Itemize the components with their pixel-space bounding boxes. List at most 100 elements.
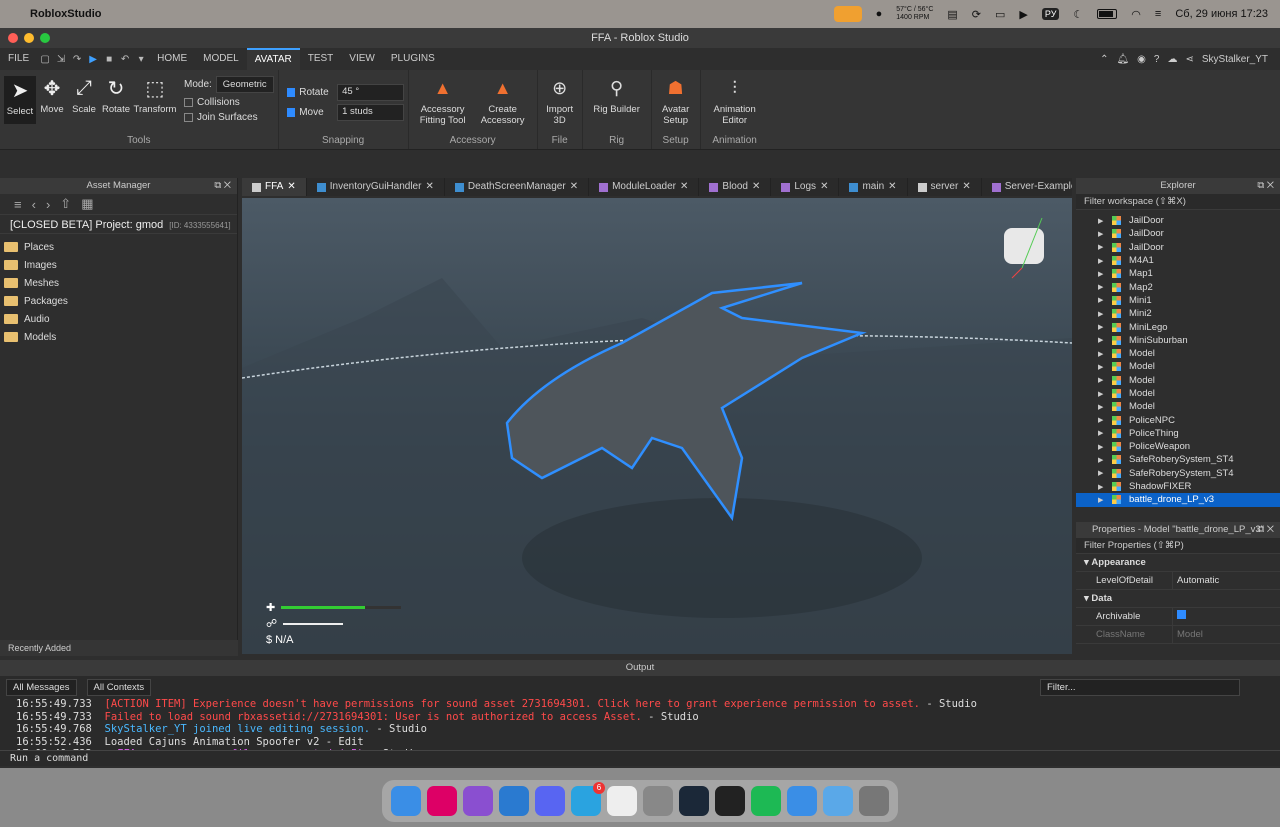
expand-icon[interactable]: ▶ <box>1098 230 1112 238</box>
explorer-item[interactable]: ▶ MiniSuburban <box>1076 334 1280 347</box>
mac-app-name[interactable]: RobloxStudio <box>30 8 102 20</box>
paint-icon[interactable] <box>463 786 493 816</box>
expand-icon[interactable]: ▶ <box>1098 217 1112 225</box>
expand-icon[interactable]: ▶ <box>1098 416 1112 424</box>
folder-meshes[interactable]: Meshes <box>0 274 237 292</box>
expand-icon[interactable]: ▶ <box>1098 376 1112 384</box>
menu-view[interactable]: VIEW <box>341 48 383 70</box>
scale-tool[interactable]: ⤢ Scale <box>68 76 100 116</box>
select-tool[interactable]: ➤ Select <box>4 76 36 124</box>
expand-icon[interactable]: ▶ <box>1098 363 1112 371</box>
screen-icon[interactable]: ▭ <box>995 8 1005 21</box>
tab-inventoryguihandler[interactable]: InventoryGuiHandler ✕ <box>307 178 445 196</box>
create-accessory-button[interactable]: ▲ Create Accessory <box>473 76 533 127</box>
launchpad-icon[interactable] <box>427 786 457 816</box>
expand-icon[interactable]: ▶ <box>1098 310 1112 318</box>
username[interactable]: SkyStalker_YT <box>1202 54 1268 65</box>
explorer-item[interactable]: ▶ Model <box>1076 400 1280 413</box>
transform-tool[interactable]: ⬚ Transform <box>132 76 178 116</box>
spotify-icon[interactable] <box>751 786 781 816</box>
expand-icon[interactable]: ▶ <box>1098 296 1112 304</box>
back-icon[interactable]: ‹ <box>32 197 36 212</box>
messages-filter-select[interactable]: All Messages <box>6 678 77 696</box>
folder-audio[interactable]: Audio <box>0 310 237 328</box>
expand-icon[interactable]: ▶ <box>1098 336 1112 344</box>
new-file-icon[interactable]: ▢ <box>37 54 53 65</box>
log-line[interactable]: 16:55:49.733 [ACTION ITEM] Experience do… <box>16 698 1280 711</box>
explorer-item[interactable]: ▶ SafeRoberySystem_ST4 <box>1076 453 1280 466</box>
tab-logs[interactable]: Logs ✕ <box>771 178 840 196</box>
tab-moduleloader[interactable]: ModuleLoader ✕ <box>589 178 700 196</box>
explorer-filter[interactable]: Filter workspace (⇧⌘X) <box>1076 194 1280 210</box>
expand-icon[interactable]: ▶ <box>1098 443 1112 451</box>
steam-icon[interactable] <box>679 786 709 816</box>
menu-avatar[interactable]: AVATAR <box>246 48 300 70</box>
menu-home[interactable]: HOME <box>149 48 195 70</box>
keyboard-lang[interactable]: РУ <box>1041 8 1060 20</box>
share-icon[interactable]: ⋖ <box>1185 54 1193 65</box>
expand-icon[interactable]: ▶ <box>1098 456 1112 464</box>
expand-icon[interactable]: ▶ <box>1098 350 1112 358</box>
avatar-setup-button[interactable]: ☗ Avatar Setup <box>656 76 696 127</box>
roblox-studio-icon[interactable] <box>787 786 817 816</box>
category-appearance[interactable]: ▾ Appearance <box>1076 554 1280 572</box>
move-snap-field[interactable]: 1 studs <box>337 103 404 121</box>
prop-archivable[interactable]: Archivable <box>1076 607 1280 626</box>
log-line[interactable]: 16:55:52.436 Loaded Cajuns Animation Spo… <box>16 736 1280 749</box>
minimize-window-button[interactable] <box>24 33 34 43</box>
collaborators-icon[interactable]: ◉ <box>1137 54 1146 65</box>
folder-models[interactable]: Models <box>0 328 237 346</box>
log-line[interactable]: 16:55:49.768 SkyStalker_YT joined live e… <box>16 723 1280 736</box>
expand-icon[interactable]: ▶ <box>1098 429 1112 437</box>
close-window-button[interactable] <box>8 33 18 43</box>
sync-icon[interactable]: ⟳ <box>972 8 981 21</box>
folder-packages[interactable]: Packages <box>0 292 237 310</box>
zoom-window-button[interactable] <box>40 33 50 43</box>
tab-main[interactable]: main ✕ <box>839 178 908 196</box>
explorer-item[interactable]: ▶ SafeRoberySystem_ST4 <box>1076 467 1280 480</box>
explorer-item[interactable]: ▶ Model <box>1076 360 1280 373</box>
menu-model[interactable]: MODEL <box>195 48 247 70</box>
move-tool[interactable]: ✥ Move <box>36 76 68 116</box>
asset-project[interactable]: [CLOSED BETA] Project: gmod [ID: 43335556… <box>0 214 237 234</box>
play-icon[interactable]: ▶ <box>1019 8 1027 21</box>
explorer-item[interactable]: ▶ Mini2 <box>1076 307 1280 320</box>
cloud-icon[interactable]: ☁︎ <box>1167 54 1177 65</box>
expand-icon[interactable]: ▶ <box>1098 283 1112 291</box>
explorer-item[interactable]: ▶ JailDoor <box>1076 241 1280 254</box>
tab-blood[interactable]: Blood ✕ <box>699 178 772 196</box>
join-surfaces-checkbox[interactable] <box>184 113 193 122</box>
expand-icon[interactable]: ▶ <box>1098 390 1112 398</box>
contexts-filter-select[interactable]: All Contexts <box>86 678 152 696</box>
discord-icon[interactable] <box>535 786 565 816</box>
log-line[interactable]: 16:55:49.733 Failed to load sound rbxass… <box>16 711 1280 724</box>
animation-editor-button[interactable]: ⫶ Animation Editor <box>705 76 765 127</box>
explorer-item[interactable]: ▶ MiniLego <box>1076 320 1280 333</box>
accessory-fitting-button[interactable]: ▲ Accessory Fitting Tool <box>413 76 473 127</box>
explorer-item[interactable]: ▶ Map2 <box>1076 280 1280 293</box>
open-icon[interactable]: ⇲ <box>53 54 69 65</box>
category-data[interactable]: ▾ Data <box>1076 590 1280 608</box>
mode-select[interactable]: Geometric <box>215 76 274 93</box>
prop-levelofdetail[interactable]: LevelOfDetail Automatic <box>1076 571 1280 590</box>
properties-filter[interactable]: Filter Properties (⇧⌘P) <box>1076 538 1280 554</box>
tab-ffa[interactable]: FFA ✕ <box>242 178 307 196</box>
explorer-item[interactable]: ▶ PoliceThing <box>1076 427 1280 440</box>
rotate-tool[interactable]: ↻ Rotate <box>100 76 132 116</box>
undo-icon[interactable]: ↶ <box>117 54 133 65</box>
view-cube[interactable] <box>1004 217 1044 279</box>
explorer-item[interactable]: ▶ Model <box>1076 347 1280 360</box>
telegram-icon[interactable]: 6 <box>571 782 605 816</box>
collisions-checkbox[interactable] <box>184 98 193 107</box>
3d-viewport[interactable]: ✚ ☍ $ N/A <box>242 198 1072 654</box>
explorer-item[interactable]: ▶ Mini1 <box>1076 294 1280 307</box>
explorer-item[interactable]: ▶ JailDoor <box>1076 214 1280 227</box>
recently-added[interactable]: Recently Added <box>0 640 238 656</box>
upload-icon[interactable]: ⇧ <box>60 196 71 212</box>
explorer-item[interactable]: ▶ Map1 <box>1076 267 1280 280</box>
tab-deathscreenmanager[interactable]: DeathScreenManager ✕ <box>445 178 590 196</box>
moon-icon[interactable]: ☾ <box>1073 8 1083 21</box>
list-icon[interactable]: ≡ <box>14 197 22 212</box>
dropdown-icon[interactable]: ▾ <box>133 54 149 65</box>
explorer-item[interactable]: ▶ PoliceNPC <box>1076 413 1280 426</box>
